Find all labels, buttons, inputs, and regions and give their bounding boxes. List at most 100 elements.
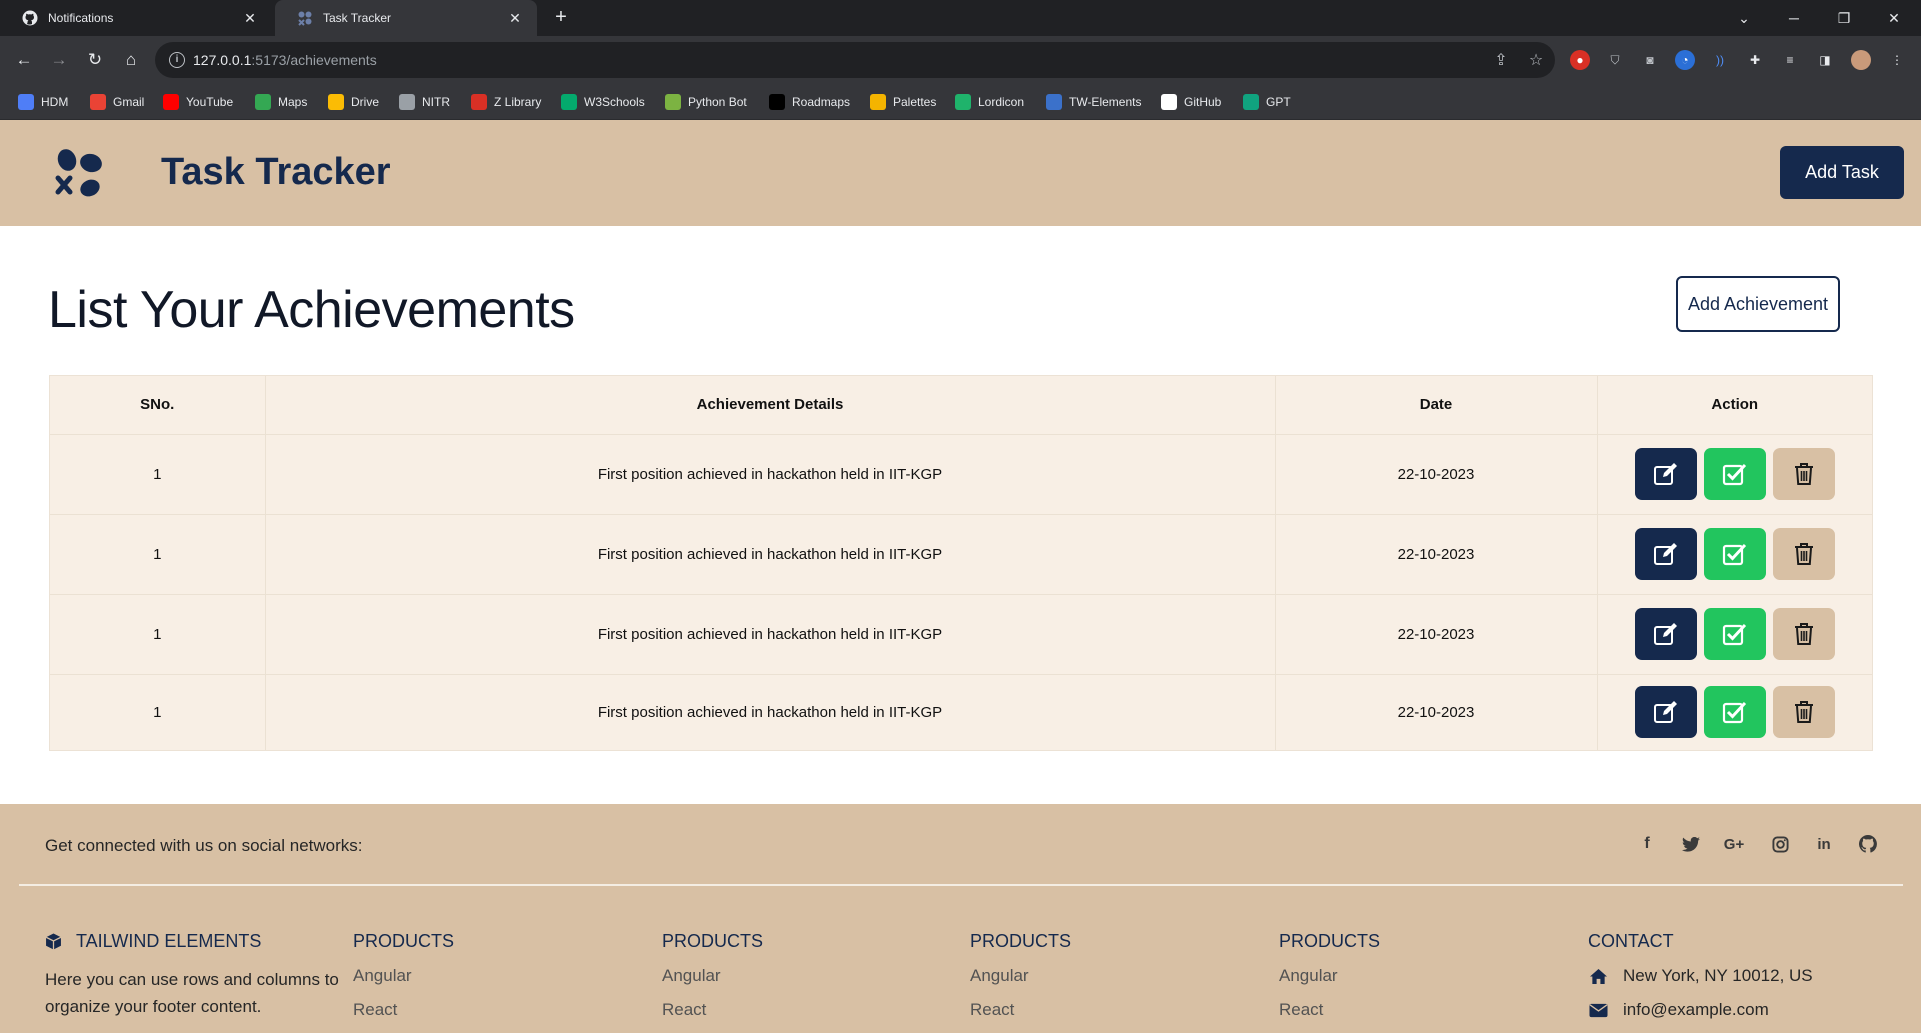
extension-audio-icon[interactable]: )) <box>1710 50 1730 70</box>
profile-avatar[interactable] <box>1851 50 1871 70</box>
bookmark-w3schools[interactable]: W3Schools <box>561 93 645 111</box>
complete-button[interactable] <box>1703 608 1766 660</box>
bookmark-python-bot[interactable]: Python Bot <box>665 93 747 111</box>
drive-icon <box>328 94 344 110</box>
bookmark-roadmaps[interactable]: Roadmaps <box>769 93 850 111</box>
footer-products-column: PRODUCTS Angular React <box>662 931 763 1020</box>
instagram-icon[interactable] <box>1768 832 1792 856</box>
bookmark-label: Python Bot <box>688 95 747 109</box>
bookmark-github[interactable]: GitHub <box>1161 93 1221 111</box>
delete-button[interactable] <box>1772 608 1835 660</box>
bookmark-tw-elements[interactable]: TW-Elements <box>1046 93 1141 111</box>
footer-link-react[interactable]: React <box>1279 1000 1380 1020</box>
menu-kebab-icon[interactable]: ⋮ <box>1887 50 1907 70</box>
footer-contact-title: CONTACT <box>1588 931 1674 951</box>
cell-actions <box>1596 514 1872 595</box>
google-plus-icon[interactable]: G+ <box>1722 832 1746 856</box>
facebook-icon[interactable]: f <box>1635 832 1659 856</box>
media-queue-icon[interactable]: ≡ <box>1780 50 1800 70</box>
bookmark-maps[interactable]: Maps <box>255 93 307 111</box>
minimize-icon[interactable]: ─ <box>1771 0 1817 36</box>
home-icon <box>1588 966 1608 986</box>
add-task-button[interactable]: Add Task <box>1780 146 1904 199</box>
complete-button[interactable] <box>1703 448 1766 500</box>
cell-sno: 1 <box>50 434 265 515</box>
back-icon[interactable]: ← <box>13 49 35 71</box>
bookmark-hdm[interactable]: HDM <box>18 93 68 111</box>
bookmark-lordicon[interactable]: Lordicon <box>955 93 1024 111</box>
tab-task-tracker[interactable]: Task Tracker ✕ <box>275 0 537 36</box>
complete-button[interactable] <box>1703 686 1766 739</box>
restore-icon[interactable]: ❐ <box>1821 0 1867 36</box>
footer-link-react[interactable]: React <box>353 1000 454 1020</box>
cell-details: First position achieved in hackathon hel… <box>264 674 1275 750</box>
nitr-icon <box>399 94 415 110</box>
header-action: Action <box>1596 376 1872 435</box>
bookmark-label: Z Library <box>494 95 542 109</box>
github-icon[interactable] <box>1856 832 1880 856</box>
bookmark-label: NITR <box>422 95 450 109</box>
footer-link-angular[interactable]: Angular <box>1279 966 1380 986</box>
extension-red-icon[interactable]: ● <box>1570 50 1590 70</box>
delete-button[interactable] <box>1772 686 1835 739</box>
url-text[interactable]: 127.0.0.1:5173/achievements <box>193 52 377 68</box>
footer-link-angular[interactable]: Angular <box>353 966 454 986</box>
tab-notifications[interactable]: Notifications ✕ <box>0 0 272 36</box>
extension-camera-icon[interactable]: ◙ <box>1640 50 1660 70</box>
bookmark-z-library[interactable]: Z Library <box>471 93 541 111</box>
edit-button[interactable] <box>1634 686 1697 739</box>
url-bar[interactable]: i 127.0.0.1:5173/achievements ⇪ ☆ <box>155 42 1555 78</box>
edit-button[interactable] <box>1634 528 1697 580</box>
extensions-puzzle-icon[interactable]: ✚ <box>1745 50 1765 70</box>
bookmark-palettes[interactable]: Palettes <box>870 93 936 111</box>
bookmark-nitr[interactable]: NITR <box>399 93 450 111</box>
lordicon-icon <box>955 94 971 110</box>
close-window-icon[interactable]: ✕ <box>1871 0 1917 36</box>
footer-link-angular[interactable]: Angular <box>662 966 763 986</box>
roadmaps-icon <box>769 94 785 110</box>
gmail-icon <box>90 94 106 110</box>
task-tracker-icon <box>297 10 313 26</box>
home-icon[interactable]: ⌂ <box>120 49 142 71</box>
bookmark-label: GitHub <box>1184 95 1222 109</box>
extension-blue-icon[interactable]: ◔ <box>1675 50 1695 70</box>
side-panel-icon[interactable]: ◨ <box>1815 50 1835 70</box>
footer-link-react[interactable]: React <box>970 1000 1071 1020</box>
bookmark-gpt[interactable]: GPT <box>1243 93 1291 111</box>
bookmark-star-icon[interactable]: ☆ <box>1526 50 1546 70</box>
close-tab-icon[interactable]: ✕ <box>242 10 258 26</box>
add-achievement-button[interactable]: Add Achievement <box>1676 276 1840 332</box>
site-info-icon[interactable]: i <box>169 52 185 68</box>
tab-search-icon[interactable]: ⌄ <box>1721 0 1767 36</box>
cell-date: 22-10-2023 <box>1274 434 1597 515</box>
footer-column-title: PRODUCTS <box>1279 931 1381 951</box>
new-tab-button[interactable]: + <box>550 7 572 29</box>
share-icon[interactable]: ⇪ <box>1491 50 1511 70</box>
delete-button[interactable] <box>1772 448 1835 500</box>
edit-button[interactable] <box>1634 448 1697 500</box>
forward-icon[interactable]: → <box>48 49 70 71</box>
brand-title-text: TAILWIND ELEMENTS <box>76 931 262 951</box>
bookmark-gmail[interactable]: Gmail <box>90 93 144 111</box>
twitter-icon[interactable] <box>1679 832 1703 856</box>
footer-link-angular[interactable]: Angular <box>970 966 1071 986</box>
footer-products-column: PRODUCTS Angular React <box>970 931 1071 1020</box>
reload-icon[interactable]: ↻ <box>84 49 106 71</box>
app-title: Task Tracker <box>161 151 391 193</box>
footer-contact-column: CONTACT New York, NY 10012, US info@exam… <box>1588 931 1813 1020</box>
checkbox-icon <box>1722 542 1748 566</box>
bookmark-drive[interactable]: Drive <box>328 93 379 111</box>
extension-shield-icon[interactable]: ⛉ <box>1605 50 1625 70</box>
linkedin-icon[interactable]: in <box>1812 832 1836 856</box>
bookmark-label: Drive <box>351 95 380 109</box>
edit-button[interactable] <box>1634 608 1697 660</box>
app-logo-icon[interactable] <box>54 148 108 200</box>
contact-email: info@example.com <box>1588 1000 1813 1020</box>
footer-link-react[interactable]: React <box>662 1000 763 1020</box>
close-tab-icon[interactable]: ✕ <box>507 10 523 26</box>
cell-actions <box>1596 594 1872 675</box>
bookmark-youtube[interactable]: YouTube <box>163 93 233 111</box>
complete-button[interactable] <box>1703 528 1766 580</box>
delete-button[interactable] <box>1772 528 1835 580</box>
contact-email-text[interactable]: info@example.com <box>1623 1000 1769 1020</box>
